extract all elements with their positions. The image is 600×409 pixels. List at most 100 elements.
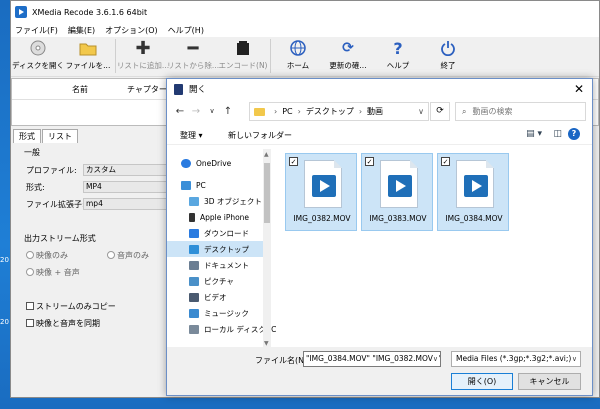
toolbar: ディスクを開く ファイルを... ✚ リストに追加... ━ リストから除...… (11, 37, 599, 77)
column-header-chapter[interactable]: チャプター (127, 84, 167, 95)
add-to-list-button[interactable]: ✚ リストに追加... (117, 38, 169, 71)
play-icon (312, 175, 336, 197)
stream-copy-checkbox[interactable]: ストリームのみコピー (26, 301, 116, 312)
radio-video-audio[interactable]: 映像 + 音声 (26, 267, 80, 278)
column-header-name[interactable]: 名前 (72, 84, 88, 95)
chevron-down-icon[interactable]: ∨ (418, 107, 424, 116)
extension-select[interactable]: mp4 (83, 198, 171, 210)
help-button[interactable]: ? ヘルプ (373, 39, 423, 71)
breadcrumb-chevron-icon: › (297, 107, 301, 116)
home-button[interactable]: ホーム (273, 39, 323, 71)
nav-item-pc[interactable]: PC (181, 177, 206, 193)
menu-edit[interactable]: 編集(E) (68, 25, 95, 36)
back-arrow-icon[interactable]: ← (173, 106, 187, 117)
nav-pane-scrollbar[interactable]: ▲ ▼ (263, 149, 271, 349)
scrollbar-thumb[interactable] (264, 163, 270, 223)
refresh-button[interactable]: ⟳ (430, 102, 450, 121)
menu-help[interactable]: ヘルプ(H) (168, 25, 204, 36)
nav-item-onedrive[interactable]: OneDrive (181, 155, 231, 171)
search-box[interactable]: ⌕ 動画の検索 (455, 102, 586, 121)
file-checkbox[interactable]: ✓ (289, 157, 298, 166)
menu-file[interactable]: ファイル(F) (15, 25, 58, 36)
file-name: IMG_0384.MOV (445, 214, 503, 223)
nav-item-3d-objects[interactable]: 3D オブジェクト (189, 193, 262, 209)
breadcrumb-pc[interactable]: PC (282, 107, 292, 116)
open-button[interactable]: 開く(O) (451, 373, 513, 390)
dialog-bottom-bar: ファイル名(N): "IMG_0384.MOV" "IMG_0382.MOV" … (167, 347, 592, 395)
extension-label: ファイル拡張子: (26, 200, 85, 209)
new-folder-button[interactable]: 新しいフォルダー (228, 130, 292, 141)
nav-item-desktop[interactable]: デスクトップ (167, 241, 263, 257)
filename-input[interactable]: "IMG_0384.MOV" "IMG_0382.MOV" " ∨ (303, 351, 441, 367)
scroll-up-icon[interactable]: ▲ (264, 151, 269, 158)
file-checkbox[interactable]: ✓ (365, 157, 374, 166)
breadcrumb-chevron-icon: › (358, 107, 363, 116)
format-panel: 一般 プロファイル: カスタム 形式: MP4 ファイル拡張子: mp4 出力ス… (11, 141, 171, 399)
nav-item-documents[interactable]: ドキュメント (189, 257, 249, 273)
video-icon (189, 292, 199, 302)
open-file-button[interactable]: ファイルを... (63, 39, 113, 71)
filetype-select[interactable]: Media Files (*.3gp;*.3g2;*.avi;) ∨ (451, 351, 581, 367)
profile-select[interactable]: カスタム (83, 164, 171, 176)
disc-icon (29, 39, 47, 57)
file-name: IMG_0383.MOV (369, 214, 427, 223)
scroll-down-icon[interactable]: ▼ (264, 340, 269, 347)
music-icon (189, 308, 199, 318)
open-disc-button[interactable]: ディスクを開く (12, 39, 64, 71)
sync-av-checkbox[interactable]: 映像と音声を同期 (26, 318, 100, 329)
refresh-icon: ⟳ (436, 106, 444, 116)
app-icon (15, 6, 27, 18)
checkbox-box (26, 319, 34, 327)
encode-button[interactable]: エンコード(N) (218, 39, 268, 71)
toolbar-separator (115, 39, 116, 73)
disk-icon (189, 324, 199, 334)
nav-item-iphone[interactable]: Apple iPhone (189, 209, 249, 225)
exit-button[interactable]: 終了 (423, 39, 473, 71)
nav-item-downloads[interactable]: ダウンロード (189, 225, 249, 241)
format-select[interactable]: MP4 (83, 181, 171, 193)
nav-item-videos[interactable]: ビデオ (189, 289, 227, 305)
organize-button[interactable]: 整理 ▾ (180, 130, 203, 141)
chevron-down-icon[interactable]: ∨ (205, 107, 219, 115)
help-icon[interactable]: ? (568, 128, 580, 140)
folder-icon (254, 107, 265, 116)
address-bar[interactable]: › PC › デスクトップ › 動画 ∨ (249, 102, 429, 121)
file-item[interactable]: ✓ IMG_0382.MOV (285, 153, 357, 231)
play-icon (388, 175, 412, 197)
title-bar: XMedia Recode 3.6.1.6 64bit (11, 1, 599, 23)
breadcrumb-videos[interactable]: 動画 (367, 106, 383, 117)
search-placeholder: 動画の検索 (472, 107, 513, 116)
radio-video-only[interactable]: 映像のみ (26, 250, 68, 261)
radio-circle (26, 251, 34, 259)
refresh-icon: ⟳ (342, 40, 354, 56)
filename-label: ファイル名(N): (255, 356, 310, 365)
globe-icon (289, 39, 307, 57)
checkbox-box (26, 302, 34, 310)
forward-arrow-icon[interactable]: → (189, 106, 203, 117)
close-icon[interactable]: ✕ (574, 82, 584, 96)
video-file-icon (456, 160, 494, 208)
check-update-button[interactable]: ⟳ 更新の確... (323, 39, 373, 71)
chevron-down-icon[interactable]: ∨ (432, 352, 438, 366)
nav-item-pictures[interactable]: ピクチャ (189, 273, 234, 289)
file-item[interactable]: ✓ IMG_0384.MOV (437, 153, 509, 231)
radio-audio-only[interactable]: 音声のみ (107, 250, 149, 261)
preview-pane-icon[interactable]: ◫ (553, 129, 562, 139)
cloud-icon (181, 158, 191, 168)
help-icon: ? (393, 38, 403, 58)
nav-item-music[interactable]: ミュージック (189, 305, 249, 321)
format-label: 形式: (26, 183, 45, 192)
file-item[interactable]: ✓ IMG_0383.MOV (361, 153, 433, 231)
file-checkbox[interactable]: ✓ (441, 157, 450, 166)
cancel-button[interactable]: キャンセル (518, 373, 581, 390)
menu-options[interactable]: オプション(O) (105, 25, 158, 36)
up-arrow-icon[interactable]: ↑ (221, 106, 235, 117)
view-options-icon[interactable]: ▤ ▾ (526, 129, 542, 139)
search-icon: ⌕ (462, 106, 467, 116)
toolbar-separator (270, 39, 271, 73)
file-name: IMG_0382.MOV (293, 214, 351, 223)
breadcrumb-desktop[interactable]: デスクトップ (306, 106, 354, 117)
remove-from-list-button[interactable]: ━ リストから除... (167, 38, 219, 71)
navigation-pane: OneDrive PC 3D オブジェクト Apple iPhone ダウンロー… (167, 149, 276, 349)
encode-icon (234, 39, 252, 57)
